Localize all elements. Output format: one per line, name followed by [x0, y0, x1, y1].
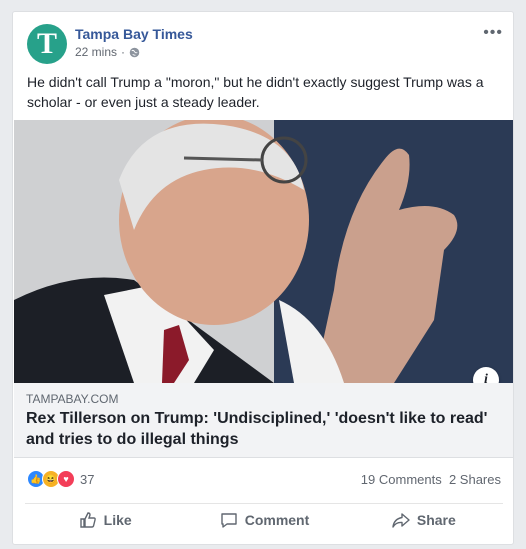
share-icon: [392, 513, 410, 528]
tillerson-photo: [14, 120, 513, 383]
love-reaction-icon: ♥: [57, 470, 75, 488]
like-label: Like: [103, 512, 132, 528]
action-bar: Like Comment Share: [25, 503, 503, 536]
post-message: He didn't call Trump a "moron," but he d…: [27, 74, 484, 110]
post-header: T Tampa Bay Times 22 mins · •••: [13, 12, 513, 72]
post-stats: 👍 😆 ♥ 37 19 Comments 2 Shares: [13, 466, 513, 490]
share-button[interactable]: Share: [344, 504, 503, 536]
globe-icon: [129, 47, 140, 57]
shares-count-link[interactable]: 2 Shares: [449, 472, 501, 487]
post-card: T Tampa Bay Times 22 mins · ••• He didn'…: [12, 11, 514, 545]
page-avatar[interactable]: T: [27, 24, 67, 64]
thumbs-up-icon: [79, 512, 96, 528]
link-domain: TAMPABAY.COM: [26, 392, 119, 406]
meta-separator: ·: [121, 45, 126, 59]
comment-icon: [221, 513, 237, 528]
more-options-icon[interactable]: •••: [483, 24, 503, 42]
reactions-summary[interactable]: 👍 😆 ♥ 37: [27, 470, 94, 488]
like-button[interactable]: Like: [25, 504, 184, 536]
share-label: Share: [416, 512, 456, 528]
comment-button[interactable]: Comment: [184, 504, 343, 536]
page-name-link[interactable]: Tampa Bay Times: [75, 26, 193, 42]
link-image[interactable]: [14, 120, 513, 383]
link-title[interactable]: Rex Tillerson on Trump: 'Undisciplined,'…: [26, 408, 506, 450]
post-meta: 22 mins ·: [75, 45, 140, 59]
post-timestamp[interactable]: 22 mins: [75, 45, 117, 59]
comment-label: Comment: [244, 512, 310, 528]
comments-shares: 19 Comments 2 Shares: [361, 472, 501, 487]
comments-count-link[interactable]: 19 Comments: [361, 472, 442, 487]
reactions-count[interactable]: 37: [80, 472, 94, 487]
link-preview[interactable]: TAMPABAY.COM Rex Tillerson on Trump: 'Un…: [14, 383, 513, 458]
